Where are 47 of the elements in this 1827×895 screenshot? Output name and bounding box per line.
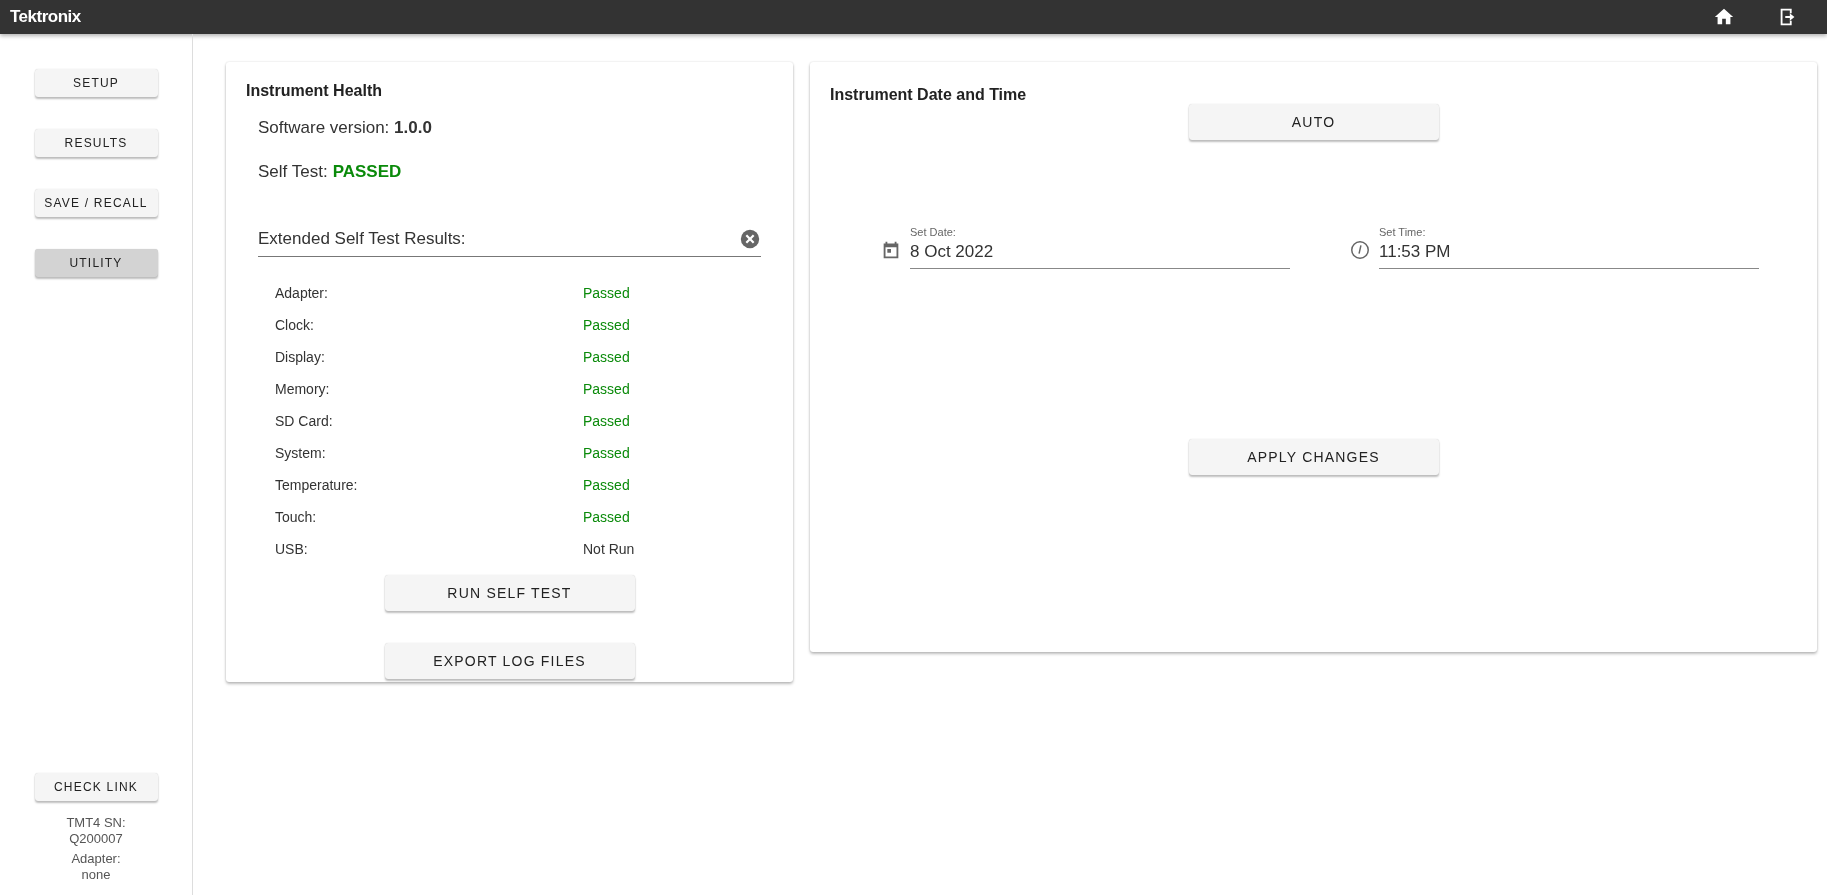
serial-number: Q200007: [69, 831, 123, 847]
test-status: Passed: [583, 285, 630, 301]
test-name: USB:: [275, 541, 309, 557]
date-field[interactable]: Set Date: 8 Oct 2022: [910, 226, 1290, 269]
test-name: SD Card:: [275, 413, 334, 429]
date-label: Set Date:: [910, 226, 957, 238]
test-status: Passed: [583, 349, 630, 365]
test-status: Not Run: [583, 541, 635, 557]
card-title: Instrument Date and Time: [830, 86, 1028, 104]
self-test-result: PASSED: [332, 162, 402, 182]
apply-changes-button[interactable]: APPLY CHANGES: [1188, 439, 1439, 475]
adapter-label: Adapter:: [71, 851, 121, 867]
self-test-label: Self Test:: [258, 162, 328, 182]
time-value: 11:53 PM: [1379, 242, 1452, 262]
test-status: Passed: [583, 381, 630, 397]
test-name: Touch:: [275, 509, 318, 525]
check-link-button[interactable]: CHECK LINK: [34, 773, 158, 801]
clear-icon[interactable]: [739, 228, 761, 250]
software-version: Software version: 1.0.0: [258, 118, 433, 138]
test-status: Passed: [583, 317, 630, 333]
time-field[interactable]: Set Time: 11:53 PM: [1379, 226, 1759, 269]
clock-icon: [1349, 239, 1371, 261]
test-status: Passed: [583, 413, 630, 429]
card-title: Instrument Health: [246, 82, 383, 100]
nav-button[interactable]: SAVE / RECALL: [34, 189, 158, 217]
test-name: Display:: [275, 349, 326, 365]
test-name: System:: [275, 445, 327, 461]
test-name: Adapter:: [275, 285, 329, 301]
action-button[interactable]: EXPORT LOG FILES: [384, 643, 635, 679]
test-name: Clock:: [275, 317, 315, 333]
extended-results-field[interactable]: Extended Self Test Results:: [258, 228, 761, 257]
extended-results-label: Extended Self Test Results:: [258, 229, 466, 249]
time-label: Set Time:: [1379, 226, 1427, 238]
test-name: Memory:: [275, 381, 331, 397]
logo: Tektronix: [10, 7, 81, 27]
test-name: Temperature:: [275, 477, 359, 493]
nav-button[interactable]: RESULTS: [34, 129, 158, 157]
serial-label: TMT4 SN:: [66, 815, 126, 831]
action-button[interactable]: RUN SELF TEST: [384, 575, 635, 611]
test-status: Passed: [583, 509, 630, 525]
auto-button[interactable]: AUTO: [1188, 104, 1439, 140]
test-status: Passed: [583, 477, 630, 493]
date-value: 8 Oct 2022: [910, 242, 995, 262]
nav-button[interactable]: UTILITY: [34, 249, 158, 277]
adapter-value: none: [81, 867, 111, 883]
test-status: Passed: [583, 445, 630, 461]
nav-button[interactable]: SETUP: [34, 69, 158, 97]
